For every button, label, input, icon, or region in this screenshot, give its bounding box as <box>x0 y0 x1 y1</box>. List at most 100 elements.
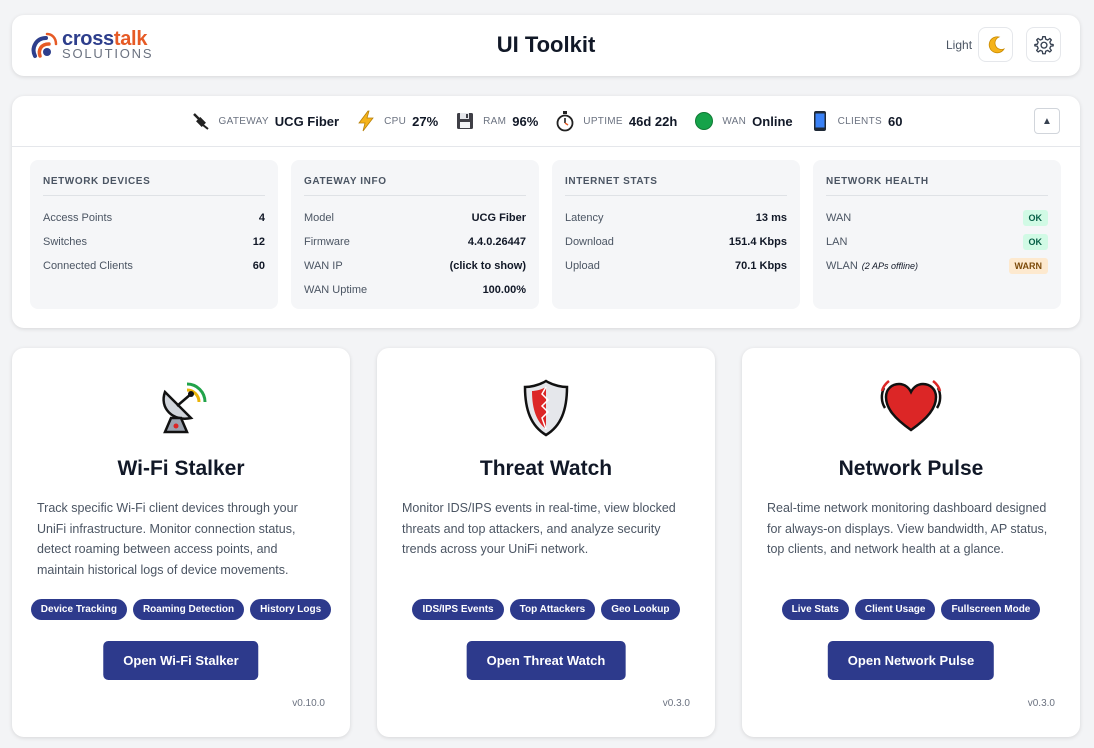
mobile-phone-icon <box>809 110 831 132</box>
stat-uptime: UPTIME 46d 22h <box>554 110 677 132</box>
app-description: Track specific Wi-Fi client devices thro… <box>37 501 298 578</box>
stat-cpu-label: CPU <box>384 115 407 127</box>
open-threat-watch-button[interactable]: Open Threat Watch <box>466 641 626 680</box>
info-row: Latency 13 ms <box>565 206 787 230</box>
page-title: UI Toolkit <box>496 32 596 57</box>
info-row: WAN Uptime 100.00% <box>304 278 526 302</box>
info-row: WAN OK <box>826 206 1048 230</box>
app-description: Monitor IDS/IPS events in real-time, vie… <box>402 501 676 557</box>
info-row: Connected Clients 60 <box>43 254 265 278</box>
info-row: LAN OK <box>826 230 1048 254</box>
stat-gateway-label: GATEWAY <box>218 115 269 127</box>
settings-button[interactable] <box>1026 27 1061 62</box>
stopwatch-icon <box>554 110 576 132</box>
status-badge: OK <box>1022 210 1048 226</box>
row-key-text: LAN <box>826 236 848 248</box>
info-row: WAN IP (click to show) <box>304 254 526 278</box>
stat-gateway: GATEWAY UCG Fiber <box>190 110 340 132</box>
info-row: WLAN (2 APs offline) WARN <box>826 254 1048 278</box>
stat-clients-value: 60 <box>887 113 903 129</box>
row-key-text: WAN <box>826 212 852 224</box>
network-devices-card: NETWORK DEVICES Access Points 4 Switches 1… <box>30 160 278 309</box>
gear-icon <box>1033 35 1054 54</box>
row-key: Access Points <box>43 212 113 224</box>
app-title: Network Pulse <box>838 457 984 480</box>
card-title: INTERNET STATS <box>565 176 787 196</box>
theme-toggle-button[interactable] <box>978 27 1013 62</box>
row-key: Model <box>304 212 334 224</box>
theme-label: Light <box>946 38 973 52</box>
row-note: (2 APs offline) <box>861 261 918 271</box>
status-badge: OK <box>1022 234 1048 250</box>
stat-ram-label: RAM <box>483 115 507 127</box>
row-value: 4.4.0.26447 <box>467 236 526 248</box>
ethernet-plug-icon <box>190 110 212 132</box>
info-grid: NETWORK DEVICES Access Points 4 Switches 1… <box>30 160 1061 309</box>
stat-wan-value: Online <box>752 113 793 129</box>
version-label: v0.3.0 <box>662 698 690 709</box>
info-row: Firmware 4.4.0.26447 <box>304 230 526 254</box>
stat-ram: RAM 96% <box>454 110 538 132</box>
gateway-info-card: GATEWAY INFO Model UCG Fiber Firmware 4.4.… <box>291 160 539 309</box>
info-row: Download 151.4 Kbps <box>565 230 787 254</box>
row-value: 12 <box>252 236 265 248</box>
row-value: 13 ms <box>755 212 787 224</box>
stat-cpu: CPU 27% <box>355 110 438 132</box>
status-panel: GATEWAY UCG Fiber CPU 27% RAM 96% UPTIME… <box>12 96 1080 328</box>
stat-wan: WAN Online <box>693 110 793 132</box>
stat-clients-label: CLIENTS <box>837 115 882 127</box>
shield-icon <box>377 378 715 440</box>
row-key: LAN <box>826 236 847 248</box>
row-key-text: WLAN <box>826 260 858 272</box>
network-health-card: NETWORK HEALTH WAN OK LAN OK WLAN (2 APs of… <box>813 160 1061 309</box>
green-circle-icon <box>693 110 715 132</box>
row-key: Download <box>565 236 614 248</box>
row-value: 151.4 Kbps <box>728 236 787 248</box>
row-value: 100.00% <box>482 284 526 296</box>
stat-clients: CLIENTS 60 <box>809 110 903 132</box>
row-key: Upload <box>565 260 600 272</box>
app-card-threat-watch: Threat Watch Monitor IDS/IPS events in r… <box>377 348 715 737</box>
row-key: Latency <box>565 212 604 224</box>
open-wifi-stalker-button[interactable]: Open Wi-Fi Stalker <box>103 641 259 680</box>
card-title: NETWORK HEALTH <box>826 176 1048 196</box>
feature-tag: IDS/IPS Events <box>412 599 504 620</box>
info-row: Upload 70.1 Kbps <box>565 254 787 278</box>
tag-list: Device Tracking Roaming Detection Histor… <box>12 599 350 620</box>
row-key: WLAN (2 APs offline) <box>826 260 918 272</box>
open-network-pulse-button[interactable]: Open Network Pulse <box>827 641 995 680</box>
info-row: Access Points 4 <box>43 206 265 230</box>
version-label: v0.3.0 <box>1027 698 1055 709</box>
row-key: WAN Uptime <box>304 284 368 296</box>
feature-tag: History Logs <box>250 599 332 620</box>
wan-ip-reveal[interactable]: (click to show) <box>450 260 526 272</box>
app-title: Wi-Fi Stalker <box>117 457 245 480</box>
stat-ram-value: 96% <box>512 113 539 129</box>
row-key: WAN IP <box>304 260 343 272</box>
satellite-dish-icon <box>12 378 350 440</box>
row-key: Firmware <box>304 236 350 248</box>
stat-wan-label: WAN <box>722 115 747 127</box>
header: crosstalk SOLUTIONS UI Toolkit Light <box>12 15 1080 76</box>
app-card-network-pulse: Network Pulse Real-time network monitori… <box>742 348 1080 737</box>
feature-tag: Fullscreen Mode <box>941 599 1041 620</box>
stat-uptime-value: 46d 22h <box>628 113 678 129</box>
info-row: Switches 12 <box>43 230 265 254</box>
floppy-disk-icon <box>454 110 476 132</box>
feature-tag: Device Tracking <box>30 599 127 620</box>
version-label: v0.10.0 <box>292 698 325 709</box>
row-value: 60 <box>252 260 265 272</box>
app-description: Real-time network monitoring dashboard d… <box>767 501 1048 557</box>
stat-cpu-value: 27% <box>412 113 439 129</box>
card-title: NETWORK DEVICES <box>43 176 265 196</box>
feature-tag: Live Stats <box>781 599 849 620</box>
row-key: Switches <box>43 236 88 248</box>
moon-icon <box>988 35 1005 53</box>
row-value: UCG Fiber <box>471 212 526 224</box>
collapse-button[interactable]: ▲ <box>1034 108 1060 134</box>
stat-uptime-label: UPTIME <box>583 115 623 127</box>
beating-heart-icon <box>742 378 1080 440</box>
info-row: Model UCG Fiber <box>304 206 526 230</box>
stat-gateway-value: UCG Fiber <box>274 113 340 129</box>
tag-list: Live Stats Client Usage Fullscreen Mode <box>742 599 1080 620</box>
